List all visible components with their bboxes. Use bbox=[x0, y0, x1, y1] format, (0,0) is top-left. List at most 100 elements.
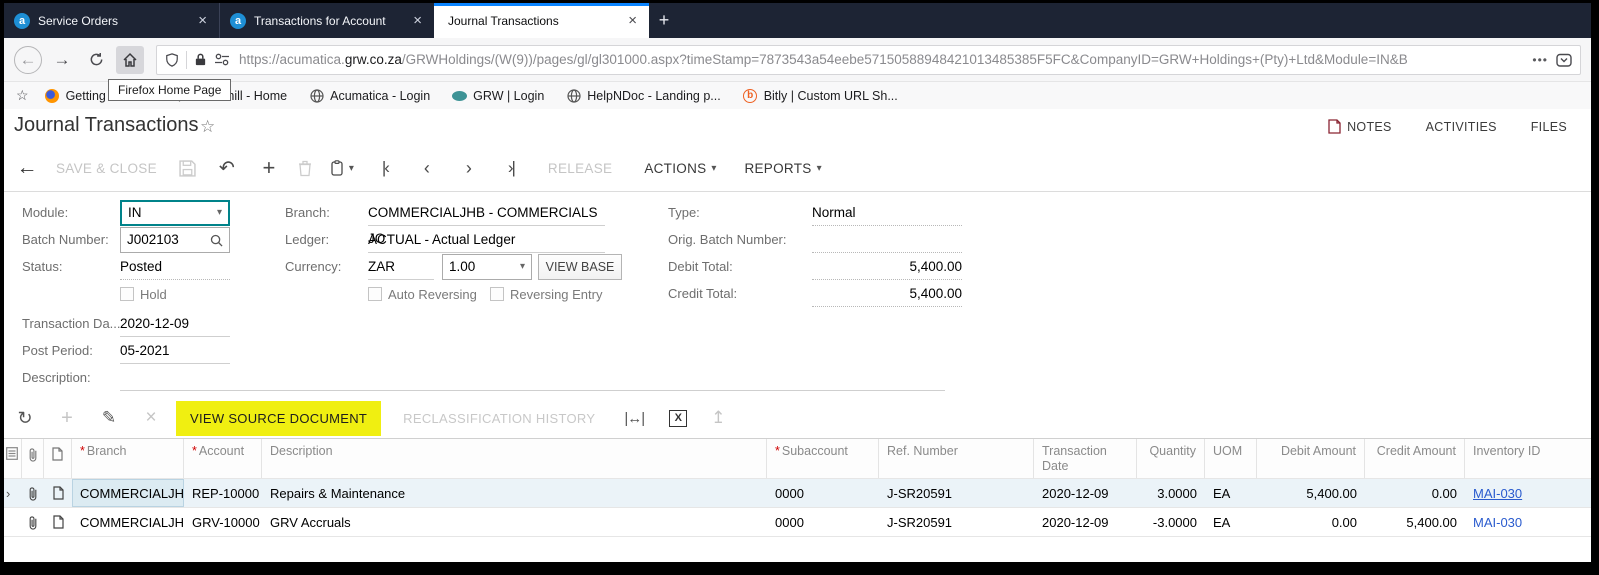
column-header-account[interactable]: * Account bbox=[184, 439, 262, 478]
upload-icon[interactable]: ↥ bbox=[697, 408, 739, 428]
copy-paste-caret-icon[interactable]: ▾ bbox=[349, 163, 354, 174]
actions-menu[interactable]: ACTIONS ▾ bbox=[644, 161, 716, 176]
description-input[interactable] bbox=[120, 365, 945, 391]
reclassification-history-button[interactable]: RECLASSIFICATION HISTORY bbox=[403, 411, 595, 426]
cell-transaction-date[interactable]: 2020-12-09 bbox=[1034, 479, 1137, 507]
add-row-icon[interactable]: + bbox=[46, 407, 88, 430]
cell-branch[interactable]: COMMERCIALJHB bbox=[72, 508, 184, 536]
home-icon[interactable] bbox=[116, 45, 144, 74]
reversing-entry-checkbox[interactable]: Reversing Entry bbox=[490, 281, 602, 307]
column-header-inventory-id[interactable]: Inventory ID bbox=[1465, 439, 1591, 478]
column-header-transaction-date[interactable]: Transaction Date bbox=[1034, 439, 1137, 478]
column-header-quantity[interactable]: Quantity bbox=[1137, 439, 1205, 478]
cell-debit-amount[interactable]: 5,400.00 bbox=[1257, 479, 1365, 507]
cell-transaction-date[interactable]: 2020-12-09 bbox=[1034, 508, 1137, 536]
inventory-id-link[interactable]: MAI-030 bbox=[1473, 515, 1522, 530]
cell-account[interactable]: REP-10000 bbox=[184, 479, 262, 507]
delete-icon[interactable] bbox=[298, 160, 312, 177]
view-source-document-button[interactable]: VIEW SOURCE DOCUMENT bbox=[176, 400, 382, 436]
close-tab-icon[interactable]: × bbox=[624, 12, 641, 29]
tracking-protection-shield-icon[interactable] bbox=[165, 52, 179, 68]
delete-row-icon[interactable]: × bbox=[130, 407, 172, 429]
bookmark-acumatica-login[interactable]: Acumatica - Login bbox=[309, 88, 430, 103]
note-icon[interactable] bbox=[44, 479, 72, 507]
close-tab-icon[interactable]: × bbox=[409, 12, 426, 29]
column-header-uom[interactable]: UOM bbox=[1205, 439, 1257, 478]
tab-transactions-for-account[interactable]: a Transactions for Account × bbox=[219, 3, 434, 38]
column-header-branch[interactable]: * Branch bbox=[72, 439, 184, 478]
activities-link[interactable]: ACTIVITIES bbox=[1426, 120, 1497, 134]
tab-service-orders[interactable]: a Service Orders × bbox=[4, 3, 219, 38]
cell-quantity[interactable]: 3.0000 bbox=[1137, 479, 1205, 507]
edit-row-icon[interactable]: ✎ bbox=[88, 408, 130, 428]
save-close-button[interactable]: SAVE & CLOSE bbox=[56, 161, 157, 176]
search-icon[interactable] bbox=[210, 234, 223, 247]
cell-description[interactable]: Repairs & Maintenance bbox=[262, 479, 767, 507]
page-actions-icon[interactable]: ••• bbox=[1532, 53, 1548, 67]
column-header-debit-amount[interactable]: Debit Amount bbox=[1257, 439, 1365, 478]
row-settings-icon[interactable] bbox=[4, 439, 22, 478]
files-link[interactable]: FILES bbox=[1531, 120, 1567, 134]
column-header-subaccount[interactable]: * Subaccount bbox=[767, 439, 879, 478]
permissions-icon[interactable] bbox=[214, 53, 230, 66]
url-bar[interactable]: https://acumatica.grw.co.za/GRWHoldings/… bbox=[156, 44, 1581, 75]
column-header-description[interactable]: Description bbox=[262, 439, 767, 478]
note-icon[interactable] bbox=[44, 508, 72, 536]
export-excel-icon[interactable]: X bbox=[669, 409, 688, 427]
cell-subaccount[interactable]: 0000 bbox=[767, 508, 879, 536]
branch-value[interactable]: COMMERCIALJHB - COMMERCIALS JO bbox=[368, 200, 605, 246]
column-header-ref-number[interactable]: Ref. Number bbox=[879, 439, 1034, 478]
pocket-icon[interactable] bbox=[1556, 52, 1572, 68]
release-button[interactable]: RELEASE bbox=[548, 161, 612, 176]
cell-ref-number[interactable]: J-SR20591 bbox=[879, 479, 1034, 507]
copy-paste-icon[interactable] bbox=[330, 159, 344, 177]
forward-icon[interactable]: → bbox=[48, 46, 76, 74]
bookmarks-toolbar-icon[interactable]: ☆ bbox=[16, 87, 29, 104]
back-arrow-icon[interactable]: ← bbox=[12, 156, 42, 180]
cell-credit-amount[interactable]: 0.00 bbox=[1365, 479, 1465, 507]
chevron-down-icon[interactable]: ▾ bbox=[520, 254, 525, 280]
transaction-date-input[interactable]: 2020-12-09 bbox=[120, 311, 230, 337]
new-tab-button[interactable]: + bbox=[649, 3, 679, 38]
currency-code-value[interactable]: ZAR bbox=[368, 254, 434, 280]
cell-branch[interactable]: COMMERCIALJHB bbox=[72, 479, 184, 507]
module-select[interactable]: IN ▾ bbox=[120, 200, 230, 226]
bookmark-grw-login[interactable]: GRW | Login bbox=[452, 88, 544, 103]
tab-journal-transactions[interactable]: Journal Transactions × bbox=[434, 3, 649, 38]
fit-width-icon[interactable]: |↔| bbox=[613, 410, 655, 427]
cell-subaccount[interactable]: 0000 bbox=[767, 479, 879, 507]
notes-link[interactable]: NOTES bbox=[1328, 119, 1392, 134]
next-record-icon[interactable]: › bbox=[454, 158, 484, 179]
refresh-icon[interactable]: ↻ bbox=[4, 408, 46, 429]
url-text[interactable]: https://acumatica.grw.co.za/GRWHoldings/… bbox=[239, 52, 1524, 67]
column-header-credit-amount[interactable]: Credit Amount bbox=[1365, 439, 1465, 478]
bookmark-bitly[interactable]: b Bitly | Custom URL Sh... bbox=[743, 88, 898, 103]
ledger-value[interactable]: ACTUAL - Actual Ledger bbox=[368, 227, 605, 253]
close-tab-icon[interactable]: × bbox=[194, 12, 211, 29]
inventory-id-link[interactable]: MAI-030 bbox=[1473, 486, 1522, 501]
view-base-button[interactable]: VIEW BASE bbox=[538, 254, 622, 280]
cell-ref-number[interactable]: J-SR20591 bbox=[879, 508, 1034, 536]
chevron-down-icon[interactable]: ▾ bbox=[217, 200, 222, 226]
paperclip-icon[interactable] bbox=[22, 508, 44, 536]
reports-menu[interactable]: REPORTS ▾ bbox=[744, 161, 821, 176]
cell-description[interactable]: GRV Accruals bbox=[262, 508, 767, 536]
cell-quantity[interactable]: -3.0000 bbox=[1137, 508, 1205, 536]
previous-record-icon[interactable]: ‹ bbox=[412, 158, 442, 179]
lock-icon[interactable] bbox=[194, 52, 207, 67]
auto-reversing-checkbox[interactable]: Auto Reversing bbox=[368, 281, 477, 307]
undo-icon[interactable]: ↶ bbox=[212, 157, 242, 180]
back-icon[interactable]: ← bbox=[14, 45, 42, 74]
last-record-icon[interactable]: ›| bbox=[496, 158, 526, 178]
hold-checkbox[interactable]: Hold bbox=[120, 281, 167, 307]
cell-account[interactable]: GRV-10000 bbox=[184, 508, 262, 536]
save-icon[interactable] bbox=[179, 159, 196, 177]
cell-debit-amount[interactable]: 0.00 bbox=[1257, 508, 1365, 536]
cell-credit-amount[interactable]: 5,400.00 bbox=[1365, 508, 1465, 536]
add-record-icon[interactable]: + bbox=[254, 155, 284, 181]
reload-icon[interactable] bbox=[82, 46, 110, 74]
bookmark-helpndoc[interactable]: HelpNDoc - Landing p... bbox=[566, 88, 721, 103]
cell-uom[interactable]: EA bbox=[1205, 479, 1257, 507]
currency-rate-select[interactable]: 1.00 ▾ bbox=[442, 254, 532, 280]
post-period-input[interactable]: 05-2021 bbox=[120, 338, 230, 364]
